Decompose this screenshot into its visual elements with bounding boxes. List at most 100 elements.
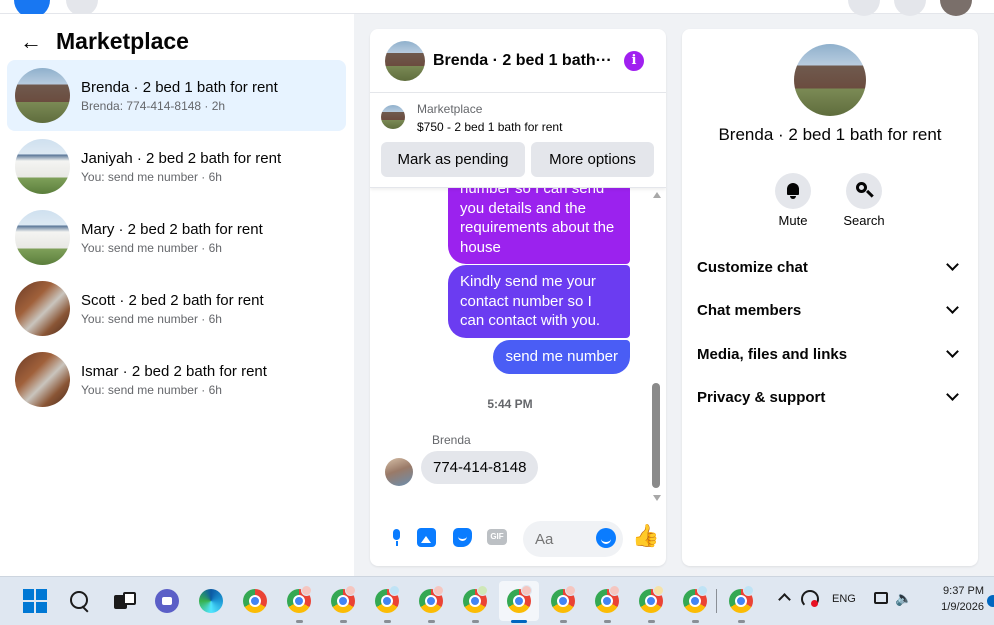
message-scrollbar[interactable] <box>650 188 664 508</box>
running-indicator <box>428 620 435 623</box>
system-clock[interactable]: 9:37 PM 1/9/2026 <box>922 583 984 615</box>
search-button[interactable]: Search <box>834 173 894 228</box>
edge-browser-icon[interactable] <box>199 589 223 613</box>
conversation-item-scott[interactable]: Scott · 2 bed 2 bath for rent You: send … <box>7 273 346 344</box>
avatar <box>15 68 70 123</box>
chrome-profile-icon[interactable] <box>331 585 356 613</box>
info-icon[interactable]: i <box>624 51 644 71</box>
conversation-name: Ismar · 2 bed 2 bath for rent <box>81 362 267 380</box>
show-hidden-icons-chevron-icon[interactable] <box>778 593 791 606</box>
profile-badge-icon <box>609 585 620 596</box>
scroll-down-arrow-icon[interactable] <box>653 495 661 501</box>
chat-avatar[interactable] <box>385 40 425 81</box>
top-bar <box>0 0 994 18</box>
more-options-button[interactable]: More options <box>531 142 654 177</box>
conversation-item-brenda[interactable]: Brenda · 2 bed 1 bath for rent Brenda: 7… <box>7 60 346 131</box>
listing-label: Marketplace <box>417 102 483 116</box>
conversation-info-panel: Brenda · 2 bed 1 bath for rent Mute Sear… <box>682 29 978 566</box>
account-avatar[interactable] <box>940 0 972 16</box>
section-title: Privacy & support <box>697 388 826 406</box>
profile-badge-icon <box>345 585 356 596</box>
chrome-profile-icon[interactable] <box>639 585 664 613</box>
listing-thumbnail[interactable] <box>381 105 405 129</box>
profile-badge-icon <box>565 585 576 596</box>
chevron-down-icon <box>946 258 959 271</box>
section-privacy-support[interactable]: Privacy & support <box>697 382 963 412</box>
thumbs-up-icon[interactable]: 👍 <box>632 525 659 547</box>
chrome-profile-icon[interactable] <box>375 585 400 613</box>
incoming-message: 774-414-8148 <box>421 451 539 484</box>
windows-start-icon[interactable] <box>23 589 47 613</box>
messenger-icon[interactable] <box>848 0 880 16</box>
running-indicator <box>340 620 347 623</box>
running-indicator <box>560 620 567 623</box>
notifications-icon[interactable] <box>894 0 926 16</box>
gif-icon[interactable]: GIF <box>487 529 507 545</box>
conversation-preview: You: send me number · 6h <box>81 240 222 255</box>
photo-icon[interactable] <box>417 528 436 547</box>
sticker-icon[interactable] <box>453 528 472 547</box>
input-language[interactable]: ENG <box>832 593 856 605</box>
message-composer: GIF 👍 <box>370 516 666 558</box>
task-view-icon[interactable] <box>111 589 136 613</box>
running-indicator <box>648 620 655 623</box>
profile-name: Brenda · 2 bed 1 bath for rent <box>718 125 942 144</box>
microphone-icon[interactable] <box>387 528 406 547</box>
meet-icon[interactable] <box>155 589 179 613</box>
chrome-profile-icon[interactable] <box>419 585 444 613</box>
back-arrow-icon[interactable]: ← <box>20 30 42 53</box>
section-chat-members[interactable]: Chat members <box>697 295 963 325</box>
profile-badge-icon <box>697 585 708 596</box>
outgoing-message: Kindly send me your contact number so I … <box>448 265 630 338</box>
running-indicator <box>692 620 699 623</box>
conversation-name: Brenda · 2 bed 1 bath for rent <box>81 78 278 96</box>
profile-badge-icon <box>389 585 400 596</box>
message-thread: number so I can send you details and the… <box>370 188 650 510</box>
scrollbar-thumb[interactable] <box>652 383 660 488</box>
sidebar-title: Marketplace <box>56 28 189 54</box>
section-title: Chat members <box>697 301 802 319</box>
conversation-item-janiyah[interactable]: Janiyah · 2 bed 2 bath for rent You: sen… <box>7 131 346 202</box>
chrome-profile-icon[interactable] <box>595 585 620 613</box>
outgoing-message: number so I can send you details and the… <box>448 188 630 264</box>
chrome-profile-icon[interactable] <box>551 585 576 613</box>
mute-label: Mute <box>778 213 808 228</box>
active-indicator <box>511 620 527 623</box>
chrome-profile-icon[interactable] <box>287 585 312 613</box>
conversation-item-mary[interactable]: Mary · 2 bed 2 bath for rent You: send m… <box>7 202 346 273</box>
chrome-icon[interactable] <box>243 589 267 613</box>
display-icon[interactable] <box>874 592 888 604</box>
conversation-list: Brenda · 2 bed 1 bath for rent Brenda: 7… <box>7 60 346 415</box>
taskbar-divider <box>716 589 717 613</box>
chat-title[interactable]: Brenda · 2 bed 1 bath··· <box>433 52 623 70</box>
bell-icon <box>775 173 811 209</box>
conversation-name: Mary · 2 bed 2 bath for rent <box>81 220 263 238</box>
clock-time: 9:37 PM <box>943 585 984 597</box>
chrome-profile-icon[interactable] <box>729 585 754 613</box>
mark-as-pending-button[interactable]: Mark as pending <box>381 142 525 177</box>
mute-button[interactable]: Mute <box>763 173 823 228</box>
section-media-files-links[interactable]: Media, files and links <box>697 339 963 369</box>
chrome-profile-icon[interactable] <box>463 585 488 613</box>
notification-badge-icon[interactable] <box>987 595 994 607</box>
volume-icon[interactable]: 🔈 <box>895 590 912 607</box>
avatar <box>15 139 70 194</box>
listing-price-title[interactable]: $750 - 2 bed 1 bath for rent <box>417 120 562 134</box>
chrome-profile-icon-active[interactable] <box>507 585 532 613</box>
taskbar-search-icon[interactable] <box>67 589 91 613</box>
network-icon[interactable] <box>801 590 819 608</box>
timestamp-separator: 5:44 PM <box>487 397 533 411</box>
chevron-down-icon <box>946 301 959 314</box>
section-title: Media, files and links <box>697 345 848 363</box>
profile-avatar[interactable] <box>794 44 866 116</box>
conversation-item-ismar[interactable]: Ismar · 2 bed 2 bath for rent You: send … <box>7 344 346 415</box>
section-customize-chat[interactable]: Customize chat <box>697 252 963 282</box>
chevron-down-icon <box>946 345 959 358</box>
scroll-up-arrow-icon[interactable] <box>653 192 661 198</box>
chrome-profile-icon[interactable] <box>683 585 708 613</box>
conversation-sidebar: ← Marketplace Brenda · 2 bed 1 bath for … <box>0 14 354 576</box>
chevron-down-icon <box>946 388 959 401</box>
emoji-icon[interactable] <box>596 528 616 548</box>
avatar <box>15 210 70 265</box>
section-title: Customize chat <box>697 258 808 276</box>
